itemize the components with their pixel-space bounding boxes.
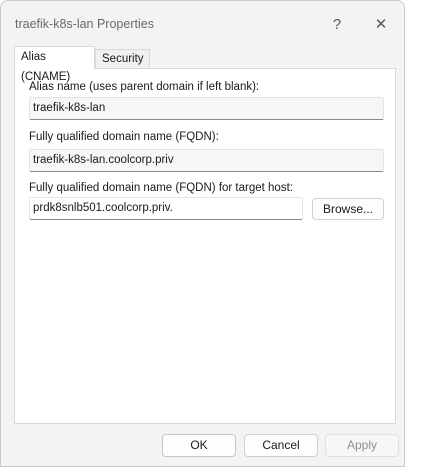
tab-alias-cname[interactable]: Alias (CNAME) <box>14 46 95 83</box>
tab-panel-alias: Alias name (uses parent domain if left b… <box>14 68 396 424</box>
fqdn-field[interactable]: traefik-k8s-lan.coolcorp.priv <box>29 149 384 172</box>
help-icon: ? <box>332 15 342 33</box>
alias-name-field[interactable]: traefik-k8s-lan <box>29 97 384 120</box>
title-bar: traefik-k8s-lan Properties ? ✕ <box>1 1 404 47</box>
apply-button[interactable]: Apply <box>325 434 399 457</box>
target-host-input[interactable]: prdk8snlb501.coolcorp.priv. <box>29 197 303 220</box>
close-button[interactable]: ✕ <box>361 10 401 38</box>
properties-dialog: traefik-k8s-lan Properties ? ✕ Alias (CN… <box>0 0 405 467</box>
tab-security[interactable]: Security <box>95 49 150 69</box>
cancel-button[interactable]: Cancel <box>244 434 318 457</box>
ok-button[interactable]: OK <box>162 434 236 457</box>
close-icon: ✕ <box>374 16 388 33</box>
browse-button[interactable]: Browse... <box>312 198 384 220</box>
help-button[interactable]: ? <box>317 10 357 38</box>
target-host-label: Fully qualified domain name (FQDN) for t… <box>29 182 293 194</box>
dialog-title: traefik-k8s-lan Properties <box>15 17 154 31</box>
fqdn-label: Fully qualified domain name (FQDN): <box>29 131 219 143</box>
